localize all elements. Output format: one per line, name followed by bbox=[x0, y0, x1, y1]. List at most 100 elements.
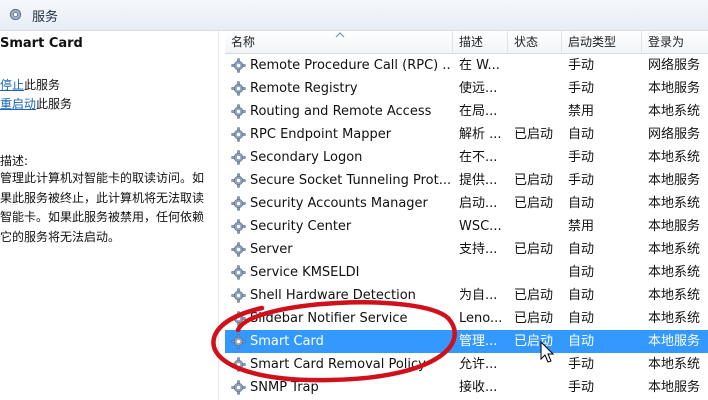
window-titlebar: 服务 bbox=[0, 0, 708, 31]
description-label: 描述: bbox=[0, 154, 29, 168]
service-desc: 为自... bbox=[459, 288, 498, 303]
service-startup-type: 自动 bbox=[568, 127, 595, 142]
service-desc: 管理... bbox=[459, 334, 498, 349]
gear-icon bbox=[231, 196, 246, 211]
gear-icon bbox=[231, 219, 246, 234]
service-status bbox=[514, 77, 564, 100]
service-desc: 在不... bbox=[459, 150, 498, 165]
service-name: Remote Procedure Call (RPC) ... bbox=[250, 58, 450, 73]
service-logon: 网络服务 bbox=[648, 127, 701, 142]
service-row[interactable]: Security Center WSC... 禁用 本地服务 bbox=[225, 215, 708, 238]
service-startup-type: 自动 bbox=[568, 265, 595, 280]
service-status: 已启动 bbox=[514, 288, 554, 303]
service-startup-type: 手动 bbox=[568, 357, 595, 372]
service-logon: 本地服务 bbox=[648, 334, 701, 349]
service-desc: Leno... bbox=[459, 311, 503, 326]
column-header-logon[interactable]: 登录为 bbox=[642, 31, 708, 53]
restart-service-suffix: 此服务 bbox=[36, 97, 73, 111]
service-desc bbox=[459, 261, 505, 284]
gear-icon bbox=[231, 104, 246, 119]
gear-icon bbox=[231, 81, 246, 96]
service-row[interactable]: RPC Endpoint Mapper 解析 ... 已启动 自动 网络服务 bbox=[225, 123, 708, 146]
service-desc: 解析 ... bbox=[459, 127, 502, 142]
stop-service-action: 停止此服务 bbox=[0, 76, 60, 93]
window-title: 服务 bbox=[32, 10, 59, 25]
gear-icon bbox=[231, 265, 246, 280]
restart-service-action: 重启动此服务 bbox=[0, 95, 72, 112]
service-row[interactable]: Shell Hardware Detection 为自... 已启动 自动 本地系统 bbox=[225, 284, 708, 307]
service-startup-type: 手动 bbox=[568, 150, 595, 165]
service-description: 管理此计算机对智能卡的取读访问。如果此服务被终止，此计算机将无法取读智能卡。如果… bbox=[0, 171, 205, 244]
service-logon: 本地系统 bbox=[648, 242, 701, 257]
stop-service-link[interactable]: 停止 bbox=[0, 78, 24, 92]
service-name: Shell Hardware Detection bbox=[250, 288, 416, 303]
service-row[interactable]: Service KMSELDI 自动 本地系统 bbox=[225, 261, 708, 284]
gear-icon bbox=[231, 311, 246, 326]
service-row[interactable]: Secondary Logon 在不... 手动 本地系统 bbox=[225, 146, 708, 169]
service-desc: 提供... bbox=[459, 173, 498, 188]
service-startup-type: 自动 bbox=[568, 334, 595, 349]
column-header-description[interactable]: 描述 bbox=[453, 31, 508, 53]
gear-icon bbox=[231, 357, 246, 372]
gear-icon bbox=[231, 127, 246, 142]
service-row[interactable]: Secure Socket Tunneling Prot... 提供... 已启动手… bbox=[225, 169, 708, 192]
service-status bbox=[514, 376, 564, 399]
service-row[interactable]: Security Accounts Manager 启动... 已启动 自动 本地系统 bbox=[225, 192, 708, 215]
sort-ascending-icon bbox=[335, 32, 345, 38]
service-status: 已启动 bbox=[514, 127, 554, 142]
service-startup-type: 手动 bbox=[568, 81, 595, 96]
selected-service-name: Smart Card bbox=[0, 36, 83, 51]
service-logon: 本地系统 bbox=[648, 150, 701, 165]
service-logon: 本地服务 bbox=[648, 219, 701, 234]
service-status bbox=[514, 353, 564, 376]
service-logon: 本地服务 bbox=[648, 380, 701, 395]
service-startup-type: 自动 bbox=[568, 242, 595, 257]
restart-service-link[interactable]: 重启动 bbox=[0, 97, 36, 111]
services-gear-icon bbox=[9, 8, 22, 21]
service-startup-type: 禁用 bbox=[568, 104, 595, 119]
column-header-startup-type[interactable]: 启动类型 bbox=[562, 31, 642, 53]
service-status bbox=[514, 146, 564, 169]
service-detail-pane: Smart Card 停止此服务 重启动此服务 描述: 管理此计算机对智能卡的取… bbox=[0, 31, 219, 400]
gear-icon bbox=[231, 380, 246, 395]
service-logon: 本地系统 bbox=[648, 311, 701, 326]
service-name: SNMP Trap bbox=[250, 380, 319, 395]
service-desc: 允许... bbox=[459, 357, 498, 372]
column-header-status[interactable]: 状态 bbox=[508, 31, 562, 53]
service-row[interactable]: Smart Card Removal Policy 允许... 手动 本地系统 bbox=[225, 353, 708, 376]
service-row[interactable]: Smart Card 管理... 已启动 自动 本地服务 bbox=[225, 330, 708, 353]
service-desc: WSC... bbox=[459, 219, 502, 234]
service-name: Secure Socket Tunneling Prot... bbox=[250, 173, 450, 188]
service-row[interactable]: SNMP Trap 接收... 手动 本地服务 bbox=[225, 376, 708, 399]
service-name: Remote Registry bbox=[250, 81, 358, 96]
service-status: 已启动 bbox=[514, 196, 554, 211]
gear-icon bbox=[231, 173, 246, 188]
service-desc: 在局... bbox=[459, 104, 498, 119]
services-list: 名称 描述 状态 启动类型 登录为 Remote Procedure Call … bbox=[225, 31, 708, 400]
service-row[interactable]: Slidebar Notifier Service Leno... 已启动 自动 本地系… bbox=[225, 307, 708, 330]
service-status bbox=[514, 215, 564, 238]
service-startup-type: 手动 bbox=[568, 380, 595, 395]
service-name: RPC Endpoint Mapper bbox=[250, 127, 392, 142]
list-header: 名称 描述 状态 启动类型 登录为 bbox=[225, 31, 708, 54]
service-logon: 本地系统 bbox=[648, 196, 701, 211]
service-row[interactable]: Remote Procedure Call (RPC) ... 在 W... 手动 网… bbox=[225, 54, 708, 77]
service-name: Secondary Logon bbox=[250, 150, 363, 165]
gear-icon bbox=[231, 58, 246, 73]
service-name: Security Center bbox=[250, 219, 352, 234]
service-logon: 本地系统 bbox=[648, 104, 701, 119]
service-logon: 本地系统 bbox=[648, 357, 701, 372]
service-startup-type: 禁用 bbox=[568, 219, 595, 234]
service-name: Server bbox=[250, 242, 293, 257]
service-status bbox=[514, 261, 564, 284]
service-row[interactable]: Routing and Remote Access 在局... 禁用 本地系统 bbox=[225, 100, 708, 123]
gear-icon bbox=[231, 288, 246, 303]
service-desc: 接收... bbox=[459, 380, 498, 395]
service-status bbox=[514, 100, 564, 123]
service-row[interactable]: Server 支持... 已启动 自动 本地系统 bbox=[225, 238, 708, 261]
service-startup-type: 自动 bbox=[568, 311, 595, 326]
gear-icon bbox=[231, 150, 246, 165]
service-row[interactable]: Remote Registry 使远... 手动 本地服务 bbox=[225, 77, 708, 100]
service-name: Smart Card Removal Policy bbox=[250, 357, 426, 372]
service-desc: 在 W... bbox=[459, 58, 500, 73]
